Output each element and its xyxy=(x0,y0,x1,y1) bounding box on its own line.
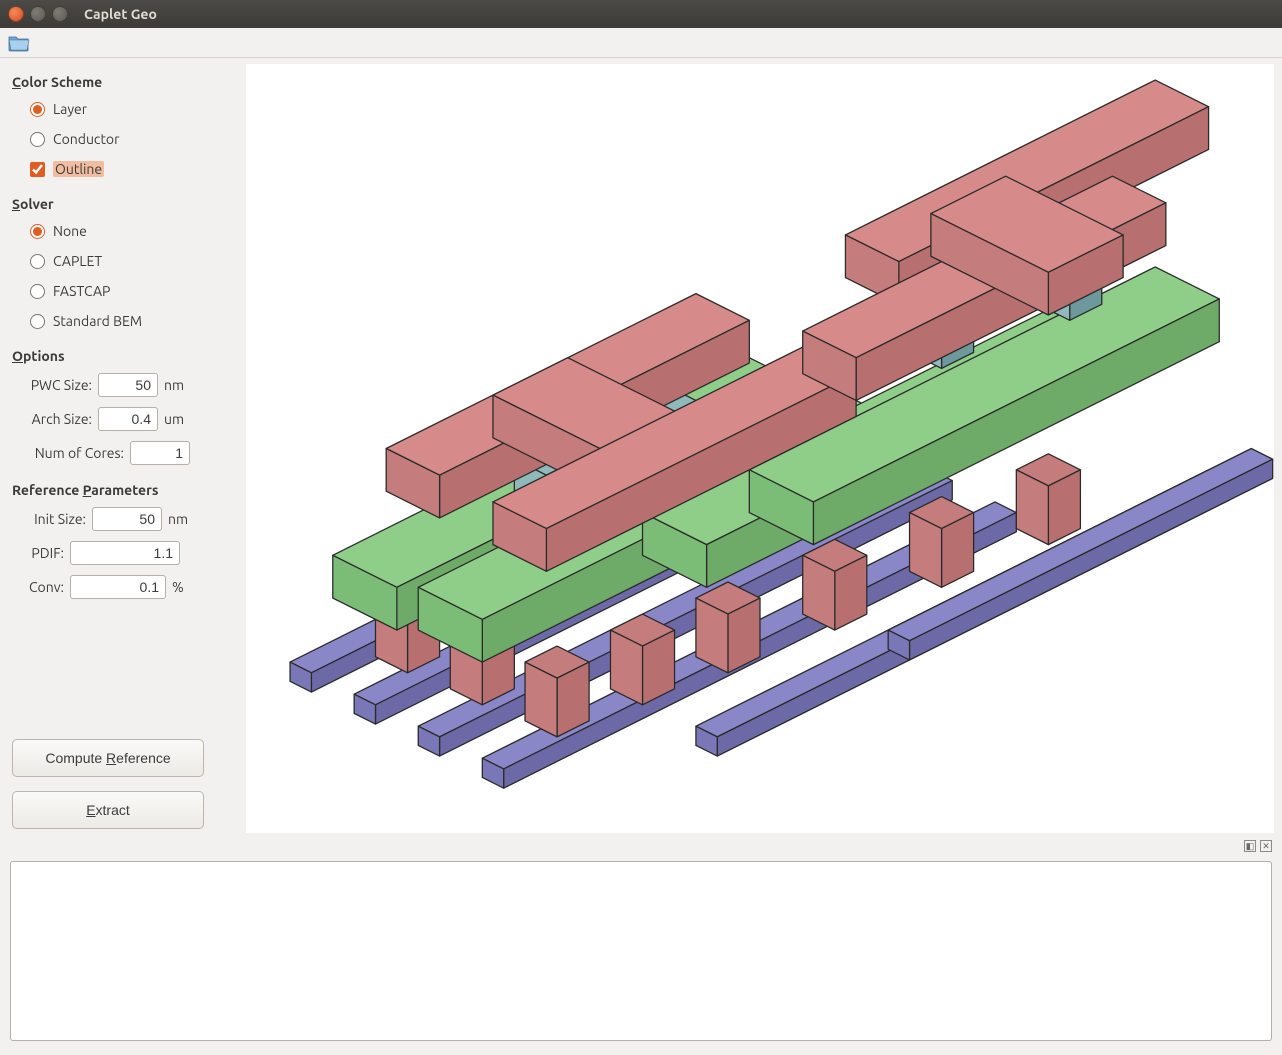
pwc-unit: nm xyxy=(164,377,192,393)
radio-none-input[interactable] xyxy=(30,224,45,239)
checkbox-outline-input[interactable] xyxy=(30,162,45,177)
checkbox-outline-label: Outline xyxy=(53,161,104,177)
color-scheme-heading: Color Scheme xyxy=(12,74,234,90)
init-label: Init Size: xyxy=(24,511,86,527)
window-titlebar: Caplet Geo xyxy=(0,0,1282,28)
sidebar: Color Scheme Layer Conductor Outline Sol… xyxy=(0,58,246,839)
radio-standard-bem-label: Standard BEM xyxy=(53,313,142,329)
3d-viewport[interactable] xyxy=(246,64,1274,833)
radio-layer[interactable]: Layer xyxy=(30,98,234,120)
radio-fastcap[interactable]: FASTCAP xyxy=(30,280,234,302)
isometric-render xyxy=(246,64,1274,833)
arch-row: Arch Size: um xyxy=(24,406,234,432)
radio-none-label: None xyxy=(53,223,87,239)
arch-unit: um xyxy=(164,411,192,427)
radio-layer-label: Layer xyxy=(53,101,87,117)
radio-conductor-input[interactable] xyxy=(30,132,45,147)
radio-none[interactable]: None xyxy=(30,220,234,242)
pdif-label: PDIF: xyxy=(24,545,64,561)
init-row: Init Size: nm xyxy=(24,506,234,532)
window-title: Caplet Geo xyxy=(84,6,157,22)
radio-caplet-label: CAPLET xyxy=(53,253,102,269)
arch-size-input[interactable] xyxy=(98,407,158,431)
solver-heading: Solver xyxy=(12,196,234,212)
radio-layer-input[interactable] xyxy=(30,102,45,117)
dock-controls: ◧ ✕ xyxy=(0,839,1282,853)
minimize-icon[interactable] xyxy=(30,6,46,22)
solver-group: None CAPLET FASTCAP Standard BEM xyxy=(12,220,234,332)
options-fields: PWC Size: nm Arch Size: um Num of Cores: xyxy=(12,372,234,466)
color-scheme-group: Layer Conductor Outline xyxy=(12,98,234,180)
pwc-label: PWC Size: xyxy=(24,377,92,393)
main-area: Color Scheme Layer Conductor Outline Sol… xyxy=(0,58,1282,839)
radio-fastcap-label: FASTCAP xyxy=(53,283,110,299)
ref-params-heading: Reference Parameters xyxy=(12,482,234,498)
conv-unit: % xyxy=(172,579,200,595)
conv-row: Conv: % xyxy=(24,574,234,600)
dock-close-icon[interactable]: ✕ xyxy=(1260,840,1272,852)
init-unit: nm xyxy=(168,511,196,527)
radio-conductor-label: Conductor xyxy=(53,131,119,147)
compute-reference-button[interactable]: Compute Reference xyxy=(12,739,204,777)
init-size-input[interactable] xyxy=(92,507,162,531)
extract-button[interactable]: Extract xyxy=(12,791,204,829)
checkbox-outline[interactable]: Outline xyxy=(30,158,234,180)
conv-input[interactable] xyxy=(70,575,166,599)
pdif-input[interactable] xyxy=(70,541,180,565)
open-file-icon[interactable] xyxy=(8,34,30,52)
num-cores-input[interactable] xyxy=(130,441,190,465)
pwc-size-input[interactable] xyxy=(98,373,158,397)
radio-caplet-input[interactable] xyxy=(30,254,45,269)
toolbar xyxy=(0,28,1282,58)
radio-standard-bem-input[interactable] xyxy=(30,314,45,329)
radio-fastcap-input[interactable] xyxy=(30,284,45,299)
maximize-icon[interactable] xyxy=(52,6,68,22)
pdif-row: PDIF: xyxy=(24,540,234,566)
dock-float-icon[interactable]: ◧ xyxy=(1244,840,1256,852)
conv-label: Conv: xyxy=(24,579,64,595)
options-heading: Options xyxy=(12,348,234,364)
cores-row: Num of Cores: xyxy=(24,440,234,466)
arch-label: Arch Size: xyxy=(24,411,92,427)
radio-caplet[interactable]: CAPLET xyxy=(30,250,234,272)
console-panel xyxy=(0,853,1282,1055)
output-console[interactable] xyxy=(10,861,1272,1041)
ref-params-fields: Init Size: nm PDIF: Conv: % xyxy=(12,506,234,600)
radio-conductor[interactable]: Conductor xyxy=(30,128,234,150)
close-icon[interactable] xyxy=(8,6,24,22)
cores-label: Num of Cores: xyxy=(24,445,124,461)
pwc-row: PWC Size: nm xyxy=(24,372,234,398)
radio-standard-bem[interactable]: Standard BEM xyxy=(30,310,234,332)
